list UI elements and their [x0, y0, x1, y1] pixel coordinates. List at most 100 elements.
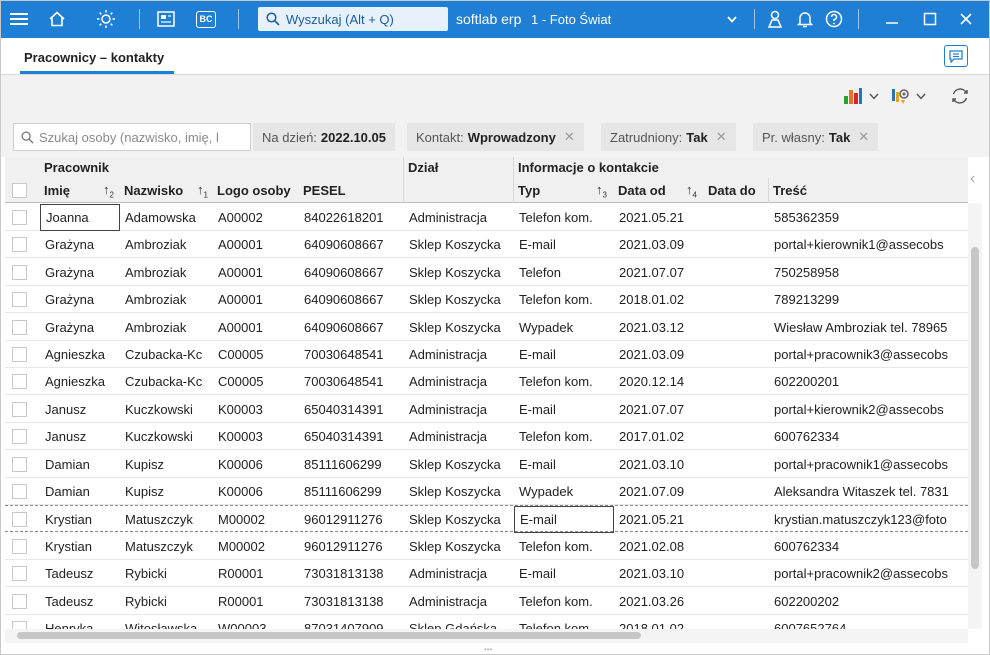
contact-filter-chip[interactable]: Kontakt: Wprowadzony ✕: [407, 123, 584, 151]
row-checkbox[interactable]: [12, 264, 27, 280]
bell-icon[interactable]: [793, 0, 817, 38]
cell-date-to[interactable]: [704, 478, 769, 505]
cell-date-to[interactable]: [704, 588, 769, 615]
cell-logo[interactable]: K00003: [213, 423, 299, 450]
cell-type[interactable]: E-mail: [514, 396, 614, 423]
cell-last-name[interactable]: Kupisz: [120, 478, 213, 505]
cell-type[interactable]: E-mail: [514, 506, 614, 534]
cell-date-from[interactable]: 2017.01.02: [614, 423, 704, 450]
cell-type[interactable]: Telefon kom.: [514, 588, 614, 615]
cell-first-name[interactable]: Grażyna: [40, 259, 120, 286]
cell-content[interactable]: 602200201: [769, 368, 968, 395]
cell-date-to[interactable]: [704, 341, 769, 368]
cell-date-to[interactable]: [704, 231, 769, 258]
cell-date-from[interactable]: 2021.05.21: [614, 204, 704, 231]
table-row[interactable]: Tadeusz Rybicki R00001 73031813138 Administr…: [5, 560, 968, 588]
cell-type[interactable]: E-mail: [514, 451, 614, 478]
cell-pesel[interactable]: 73031813138: [299, 588, 404, 615]
cell-logo[interactable]: K00003: [213, 396, 299, 423]
cell-department[interactable]: Sklep Koszycka: [404, 286, 514, 313]
cell-date-to[interactable]: [704, 506, 769, 533]
cell-type[interactable]: Telefon kom.: [514, 423, 614, 450]
resize-grip-icon[interactable]: •••: [484, 645, 498, 654]
cell-pesel[interactable]: 64090608667: [299, 231, 404, 258]
table-row[interactable]: Damian Kupisz K00006 85111606299 Sklep Koszy…: [5, 478, 968, 505]
cell-pesel[interactable]: 70030648541: [299, 341, 404, 368]
cell-date-to[interactable]: [704, 204, 769, 231]
cell-date-from[interactable]: 2021.03.26: [614, 588, 704, 615]
cell-pesel[interactable]: 65040314391: [299, 423, 404, 450]
cell-logo[interactable]: A00001: [213, 314, 299, 341]
cell-pesel[interactable]: 64090608667: [299, 314, 404, 341]
cell-logo[interactable]: M00002: [213, 506, 299, 533]
vertical-scrollbar[interactable]: [968, 203, 982, 629]
cell-content[interactable]: 600762334: [769, 423, 968, 450]
help-icon[interactable]: [822, 0, 846, 38]
panel-collapse-chevron-icon[interactable]: ‹: [970, 170, 982, 190]
cell-date-from[interactable]: 2021.03.10: [614, 451, 704, 478]
date-filter-chip[interactable]: Na dzień: 2022.10.05: [253, 123, 395, 151]
cell-date-from[interactable]: 2020.12.14: [614, 368, 704, 395]
cell-first-name[interactable]: Tadeusz: [40, 588, 120, 615]
cell-type[interactable]: Telefon: [514, 259, 614, 286]
row-checkbox[interactable]: [12, 538, 27, 554]
cell-department[interactable]: Administracja: [404, 423, 514, 450]
cell-type[interactable]: Telefon kom.: [514, 368, 614, 395]
config-button[interactable]: [890, 84, 926, 108]
cell-last-name[interactable]: Ambroziak: [120, 231, 213, 258]
cell-department[interactable]: Administracja: [404, 560, 514, 587]
row-checkbox[interactable]: [12, 401, 27, 417]
cell-type[interactable]: Wypadek: [514, 478, 614, 505]
table-row[interactable]: Krystian Matuszczyk M00002 96012911276 Sklep…: [5, 505, 968, 534]
column-header-logo[interactable]: Logo osoby: [213, 178, 299, 203]
horizontal-scrollbar-thumb[interactable]: [17, 632, 641, 639]
horizontal-scrollbar[interactable]: [5, 629, 968, 643]
cell-pesel[interactable]: 65040314391: [299, 396, 404, 423]
row-checkbox[interactable]: [12, 319, 27, 335]
row-checkbox[interactable]: [12, 512, 27, 528]
tab-pracownicy-kontakty[interactable]: Pracownicy – kontakty: [24, 50, 164, 65]
cell-department[interactable]: Administracja: [404, 204, 514, 231]
cell-last-name[interactable]: Ambroziak: [120, 259, 213, 286]
cell-type[interactable]: Telefon kom.: [514, 533, 614, 560]
cell-last-name[interactable]: Czubacka-Kc: [120, 368, 213, 395]
row-checkbox[interactable]: [12, 566, 27, 582]
cell-type[interactable]: Wypadek: [514, 314, 614, 341]
chat-icon[interactable]: [944, 45, 968, 67]
column-header-department[interactable]: [404, 178, 514, 203]
cell-date-to[interactable]: [704, 560, 769, 587]
cell-first-name[interactable]: Agnieszka: [40, 341, 120, 368]
cell-content[interactable]: portal+pracownik3@assecobs: [769, 341, 968, 368]
cell-first-name[interactable]: Janusz: [40, 396, 120, 423]
cell-logo[interactable]: K00006: [213, 478, 299, 505]
table-row[interactable]: Damian Kupisz K00006 85111606299 Sklep Koszy…: [5, 451, 968, 478]
refresh-icon[interactable]: [950, 84, 970, 108]
cell-first-name[interactable]: Krystian: [40, 533, 120, 560]
cell-content[interactable]: portal+kierownik1@assecobs: [769, 231, 968, 258]
column-header-date-to[interactable]: Data do: [704, 178, 769, 203]
table-row[interactable]: Grażyna Ambroziak A00001 64090608667 Sklep K…: [5, 314, 968, 341]
table-row[interactable]: Agnieszka Czubacka-Kc C00005 70030648541 Adm…: [5, 341, 968, 368]
cell-content[interactable]: 750258958: [769, 259, 968, 286]
cell-first-name[interactable]: Damian: [40, 478, 120, 505]
table-row[interactable]: Agnieszka Czubacka-Kc C00005 70030648541 Adm…: [5, 368, 968, 396]
document-icon[interactable]: [153, 0, 179, 38]
table-row[interactable]: Joanna Adamowska A00002 84022618201 Administ…: [5, 204, 968, 231]
cell-content[interactable]: 602200202: [769, 588, 968, 615]
cell-date-to[interactable]: [704, 314, 769, 341]
cell-date-from[interactable]: 2021.02.08: [614, 533, 704, 560]
cell-first-name[interactable]: Grażyna: [40, 314, 120, 341]
cell-date-to[interactable]: [704, 423, 769, 450]
user-icon[interactable]: [763, 0, 787, 38]
cell-pesel[interactable]: 64090608667: [299, 286, 404, 313]
cell-department[interactable]: Administracja: [404, 396, 514, 423]
column-header-type[interactable]: Typ ↑3: [514, 178, 614, 203]
row-checkbox[interactable]: [12, 429, 27, 445]
cell-date-to[interactable]: [704, 368, 769, 395]
sun-icon[interactable]: [93, 0, 119, 38]
row-checkbox[interactable]: [12, 347, 27, 362]
cell-last-name[interactable]: Czubacka-Kc: [120, 341, 213, 368]
cell-content[interactable]: 789213299: [769, 286, 968, 313]
cell-content[interactable]: portal+pracownik2@assecobs: [769, 560, 968, 587]
cell-department[interactable]: Administracja: [404, 588, 514, 615]
